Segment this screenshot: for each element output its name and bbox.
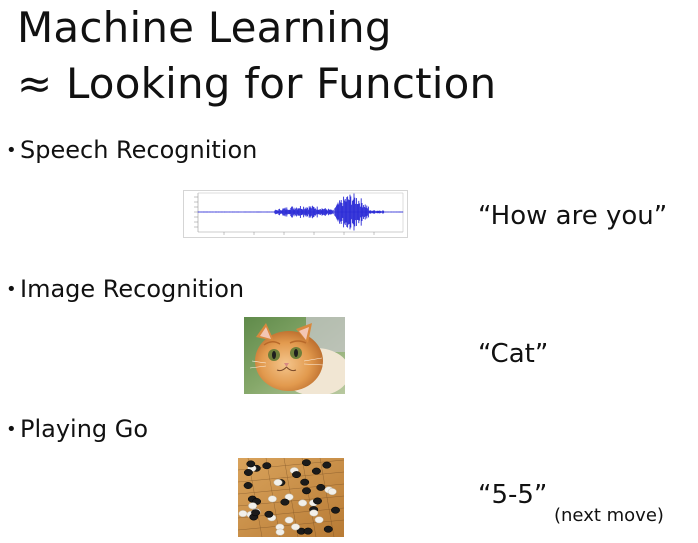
waveform-graphic (194, 192, 404, 235)
bullet-label: Speech Recognition (20, 136, 258, 164)
go-board-photo (238, 458, 344, 537)
bullet-dot: • (6, 140, 17, 161)
cat-graphic (244, 317, 345, 394)
speech-output-text: “How are you” (478, 201, 668, 231)
bullet-dot: • (6, 419, 17, 440)
go-board-graphic (238, 458, 344, 537)
cat-photo (244, 317, 345, 394)
bullet-image-recognition: • Image Recognition (6, 275, 244, 306)
bullet-label: Playing Go (20, 415, 149, 443)
bullet-label: Image Recognition (20, 275, 245, 303)
title-line-1: Machine Learning (17, 3, 392, 52)
speech-waveform-image (183, 190, 408, 238)
title-line-2: ≈ Looking for Function (17, 59, 497, 108)
bullet-speech-recognition: • Speech Recognition (6, 136, 257, 167)
go-output-note: (next move) (554, 505, 664, 526)
bullet-playing-go: • Playing Go (6, 415, 148, 446)
go-output-text: “5-5” (478, 480, 548, 510)
slide-title: Machine Learning ≈ Looking for Function (17, 0, 496, 112)
image-output-text: “Cat” (478, 339, 549, 369)
bullet-dot: • (6, 279, 17, 300)
